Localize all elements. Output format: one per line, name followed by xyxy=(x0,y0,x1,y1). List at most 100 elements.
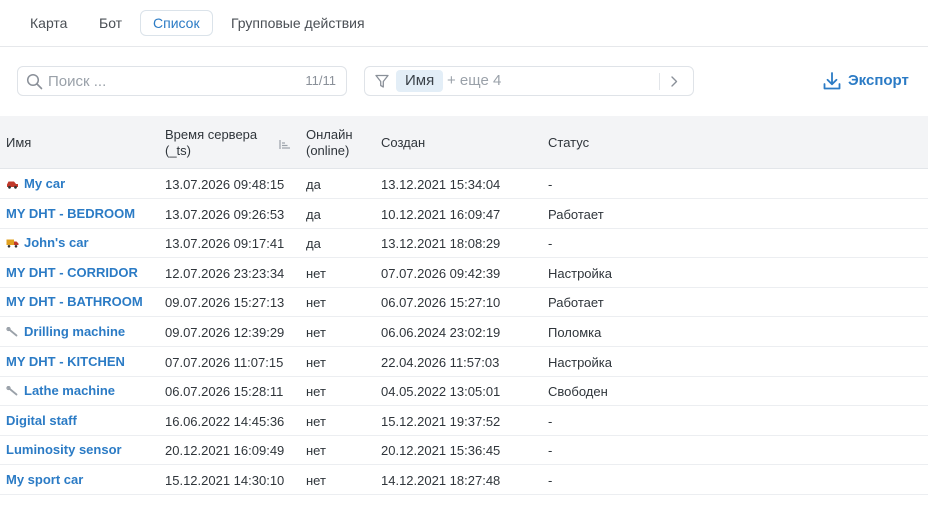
status-cell: Настройка xyxy=(548,265,612,281)
online-cell: нет xyxy=(306,384,326,400)
status-cell: Свободен xyxy=(548,384,608,400)
created-cell: 13.12.2021 15:34:04 xyxy=(381,177,501,192)
device-name-link[interactable]: MY DHT - BATHROOM xyxy=(6,294,143,309)
table-header: Имя Время сервера (_ts) Онлайн (online) … xyxy=(0,116,928,169)
search-icon xyxy=(26,73,43,90)
status-cell: - xyxy=(548,236,553,252)
device-name: Digital staff xyxy=(6,412,77,428)
status-cell: - xyxy=(548,443,553,459)
device-name-link[interactable]: MY DHT - BEDROOM xyxy=(6,206,135,221)
filter-divider xyxy=(659,73,660,90)
created-cell: 22.04.2026 11:57:03 xyxy=(381,354,500,370)
table-row[interactable]: MY DHT - BATHROOM 09.07.2026 15:27:13 нет 0… xyxy=(0,287,928,318)
table-row[interactable]: My sport car 15.12.2021 14:30:10 нет 14.12.… xyxy=(0,465,928,495)
table-row[interactable]: MY DHT - KITCHEN 07.07.2026 11:07:15 нет 22… xyxy=(0,347,928,377)
online-cell: да xyxy=(306,177,321,192)
car-icon xyxy=(7,181,18,189)
server-time-cell: 13.07.2026 09:17:41 xyxy=(165,236,285,252)
table-row[interactable]: Lathe machine 06.07.2026 15:28:11 нет 04.05… xyxy=(0,376,928,407)
device-name-link[interactable]: Lathe machine xyxy=(6,383,115,398)
column-header-name[interactable]: Имя xyxy=(6,135,31,151)
device-name: John's car xyxy=(24,235,89,251)
device-name: MY DHT - KITCHEN xyxy=(6,353,125,369)
server-time-cell: 16.06.2022 14:45:36 xyxy=(165,413,285,429)
table-row[interactable]: MY DHT - BEDROOM 13.07.2026 09:26:53 да 10.… xyxy=(0,199,928,229)
sort-descending-icon[interactable] xyxy=(279,138,291,150)
device-name-link[interactable]: My sport car xyxy=(6,472,83,487)
status-cell: Работает xyxy=(548,295,604,311)
server-time-cell: 09.07.2026 12:39:29 xyxy=(165,325,285,340)
device-name: My sport car xyxy=(6,472,84,487)
device-name-link[interactable]: MY DHT - KITCHEN xyxy=(6,354,125,369)
column-header-online[interactable]: Онлайн (online) xyxy=(306,127,353,159)
table-row[interactable]: Digital staff 16.06.2022 14:45:36 нет 15.12… xyxy=(0,406,928,436)
device-name: Drilling machine xyxy=(24,324,126,339)
online-cell: нет xyxy=(306,443,326,459)
server-time-cell: 12.07.2026 23:23:34 xyxy=(165,265,285,281)
device-name-link[interactable]: My car xyxy=(6,176,65,191)
column-header-server-time-line2: (_ts) xyxy=(165,143,191,158)
created-cell: 04.05.2022 13:05:01 xyxy=(381,384,501,400)
server-time-cell: 06.07.2026 15:28:11 xyxy=(165,384,284,400)
online-cell: нет xyxy=(306,473,326,488)
tab-bar: Карта Бот Список Групповые действия xyxy=(0,0,928,47)
created-cell: 20.12.2021 15:36:45 xyxy=(381,443,501,459)
truck-icon xyxy=(6,239,19,248)
column-header-server-time[interactable]: Время сервера (_ts) xyxy=(165,127,257,159)
device-name: Lathe machine xyxy=(24,383,116,399)
created-cell: 14.12.2021 18:27:48 xyxy=(381,473,501,488)
server-time-cell: 13.07.2026 09:48:15 xyxy=(165,177,285,192)
device-name-link[interactable]: Luminosity sensor xyxy=(6,442,122,457)
created-cell: 06.07.2026 15:27:10 xyxy=(381,295,501,311)
table-row[interactable]: My car 13.07.2026 09:48:15 да 13.12.2021 15… xyxy=(0,169,928,199)
status-cell: - xyxy=(548,413,553,429)
server-time-cell: 20.12.2021 16:09:49 xyxy=(165,443,285,459)
status-cell: Настройка xyxy=(548,354,612,370)
online-cell: да xyxy=(306,206,321,222)
tab-bot[interactable]: Бот xyxy=(86,10,135,36)
online-cell: нет xyxy=(306,413,326,429)
search-result-count: 11/11 xyxy=(305,73,336,88)
chevron-right-icon[interactable] xyxy=(668,75,680,88)
column-header-created[interactable]: Создан xyxy=(381,135,425,151)
table-row[interactable]: John's car 13.07.2026 09:17:41 да 13.12.202… xyxy=(0,228,928,259)
device-name-link[interactable]: MY DHT - CORRIDOR xyxy=(6,265,138,280)
created-cell: 10.12.2021 16:09:47 xyxy=(381,206,501,222)
table-row[interactable]: Drilling machine 09.07.2026 12:39:29 нет 06… xyxy=(0,317,928,347)
server-time-cell: 07.07.2026 11:07:15 xyxy=(165,354,284,370)
created-cell: 06.06.2024 23:02:19 xyxy=(381,325,501,340)
online-cell: нет xyxy=(306,295,326,311)
created-cell: 07.07.2026 09:42:39 xyxy=(381,265,501,281)
wrench-icon xyxy=(6,386,18,396)
device-name: MY DHT - CORRIDOR xyxy=(6,264,138,280)
status-cell: Работает xyxy=(548,206,604,222)
device-name-link[interactable]: John's car xyxy=(6,235,89,250)
table-row[interactable]: Luminosity sensor 20.12.2021 16:09:49 нет 2… xyxy=(0,435,928,466)
online-cell: да xyxy=(306,236,321,252)
server-time-cell: 09.07.2026 15:27:13 xyxy=(165,295,285,311)
download-icon xyxy=(823,72,841,90)
tab-map[interactable]: Карта xyxy=(17,10,80,36)
device-name: My car xyxy=(24,176,66,191)
created-cell: 13.12.2021 18:08:29 xyxy=(381,236,501,252)
filter-icon[interactable] xyxy=(375,74,389,89)
device-name: MY DHT - BATHROOM xyxy=(6,294,143,310)
tab-group-actions[interactable]: Групповые действия xyxy=(218,10,378,36)
filter-more-link[interactable]: + еще 4 xyxy=(447,72,501,89)
tab-list[interactable]: Список xyxy=(140,10,213,36)
column-header-online-line1: Онлайн xyxy=(306,127,353,142)
filter-box: Имя + еще 4 xyxy=(364,66,694,96)
status-cell: - xyxy=(548,177,553,192)
table-row[interactable]: MY DHT - CORRIDOR 12.07.2026 23:23:34 нет 0… xyxy=(0,258,928,288)
search-input[interactable] xyxy=(48,67,288,95)
device-name-link[interactable]: Drilling machine xyxy=(6,324,125,339)
online-cell: нет xyxy=(306,265,326,281)
server-time-cell: 13.07.2026 09:26:53 xyxy=(165,206,285,222)
online-cell: нет xyxy=(306,354,326,370)
column-header-online-line2: (online) xyxy=(306,143,350,158)
created-cell: 15.12.2021 19:37:52 xyxy=(381,413,501,429)
column-header-status[interactable]: Статус xyxy=(548,135,589,151)
search-box: 11/11 xyxy=(17,66,347,96)
device-name-link[interactable]: Digital staff xyxy=(6,413,77,428)
filter-chip-name[interactable]: Имя xyxy=(396,70,444,92)
